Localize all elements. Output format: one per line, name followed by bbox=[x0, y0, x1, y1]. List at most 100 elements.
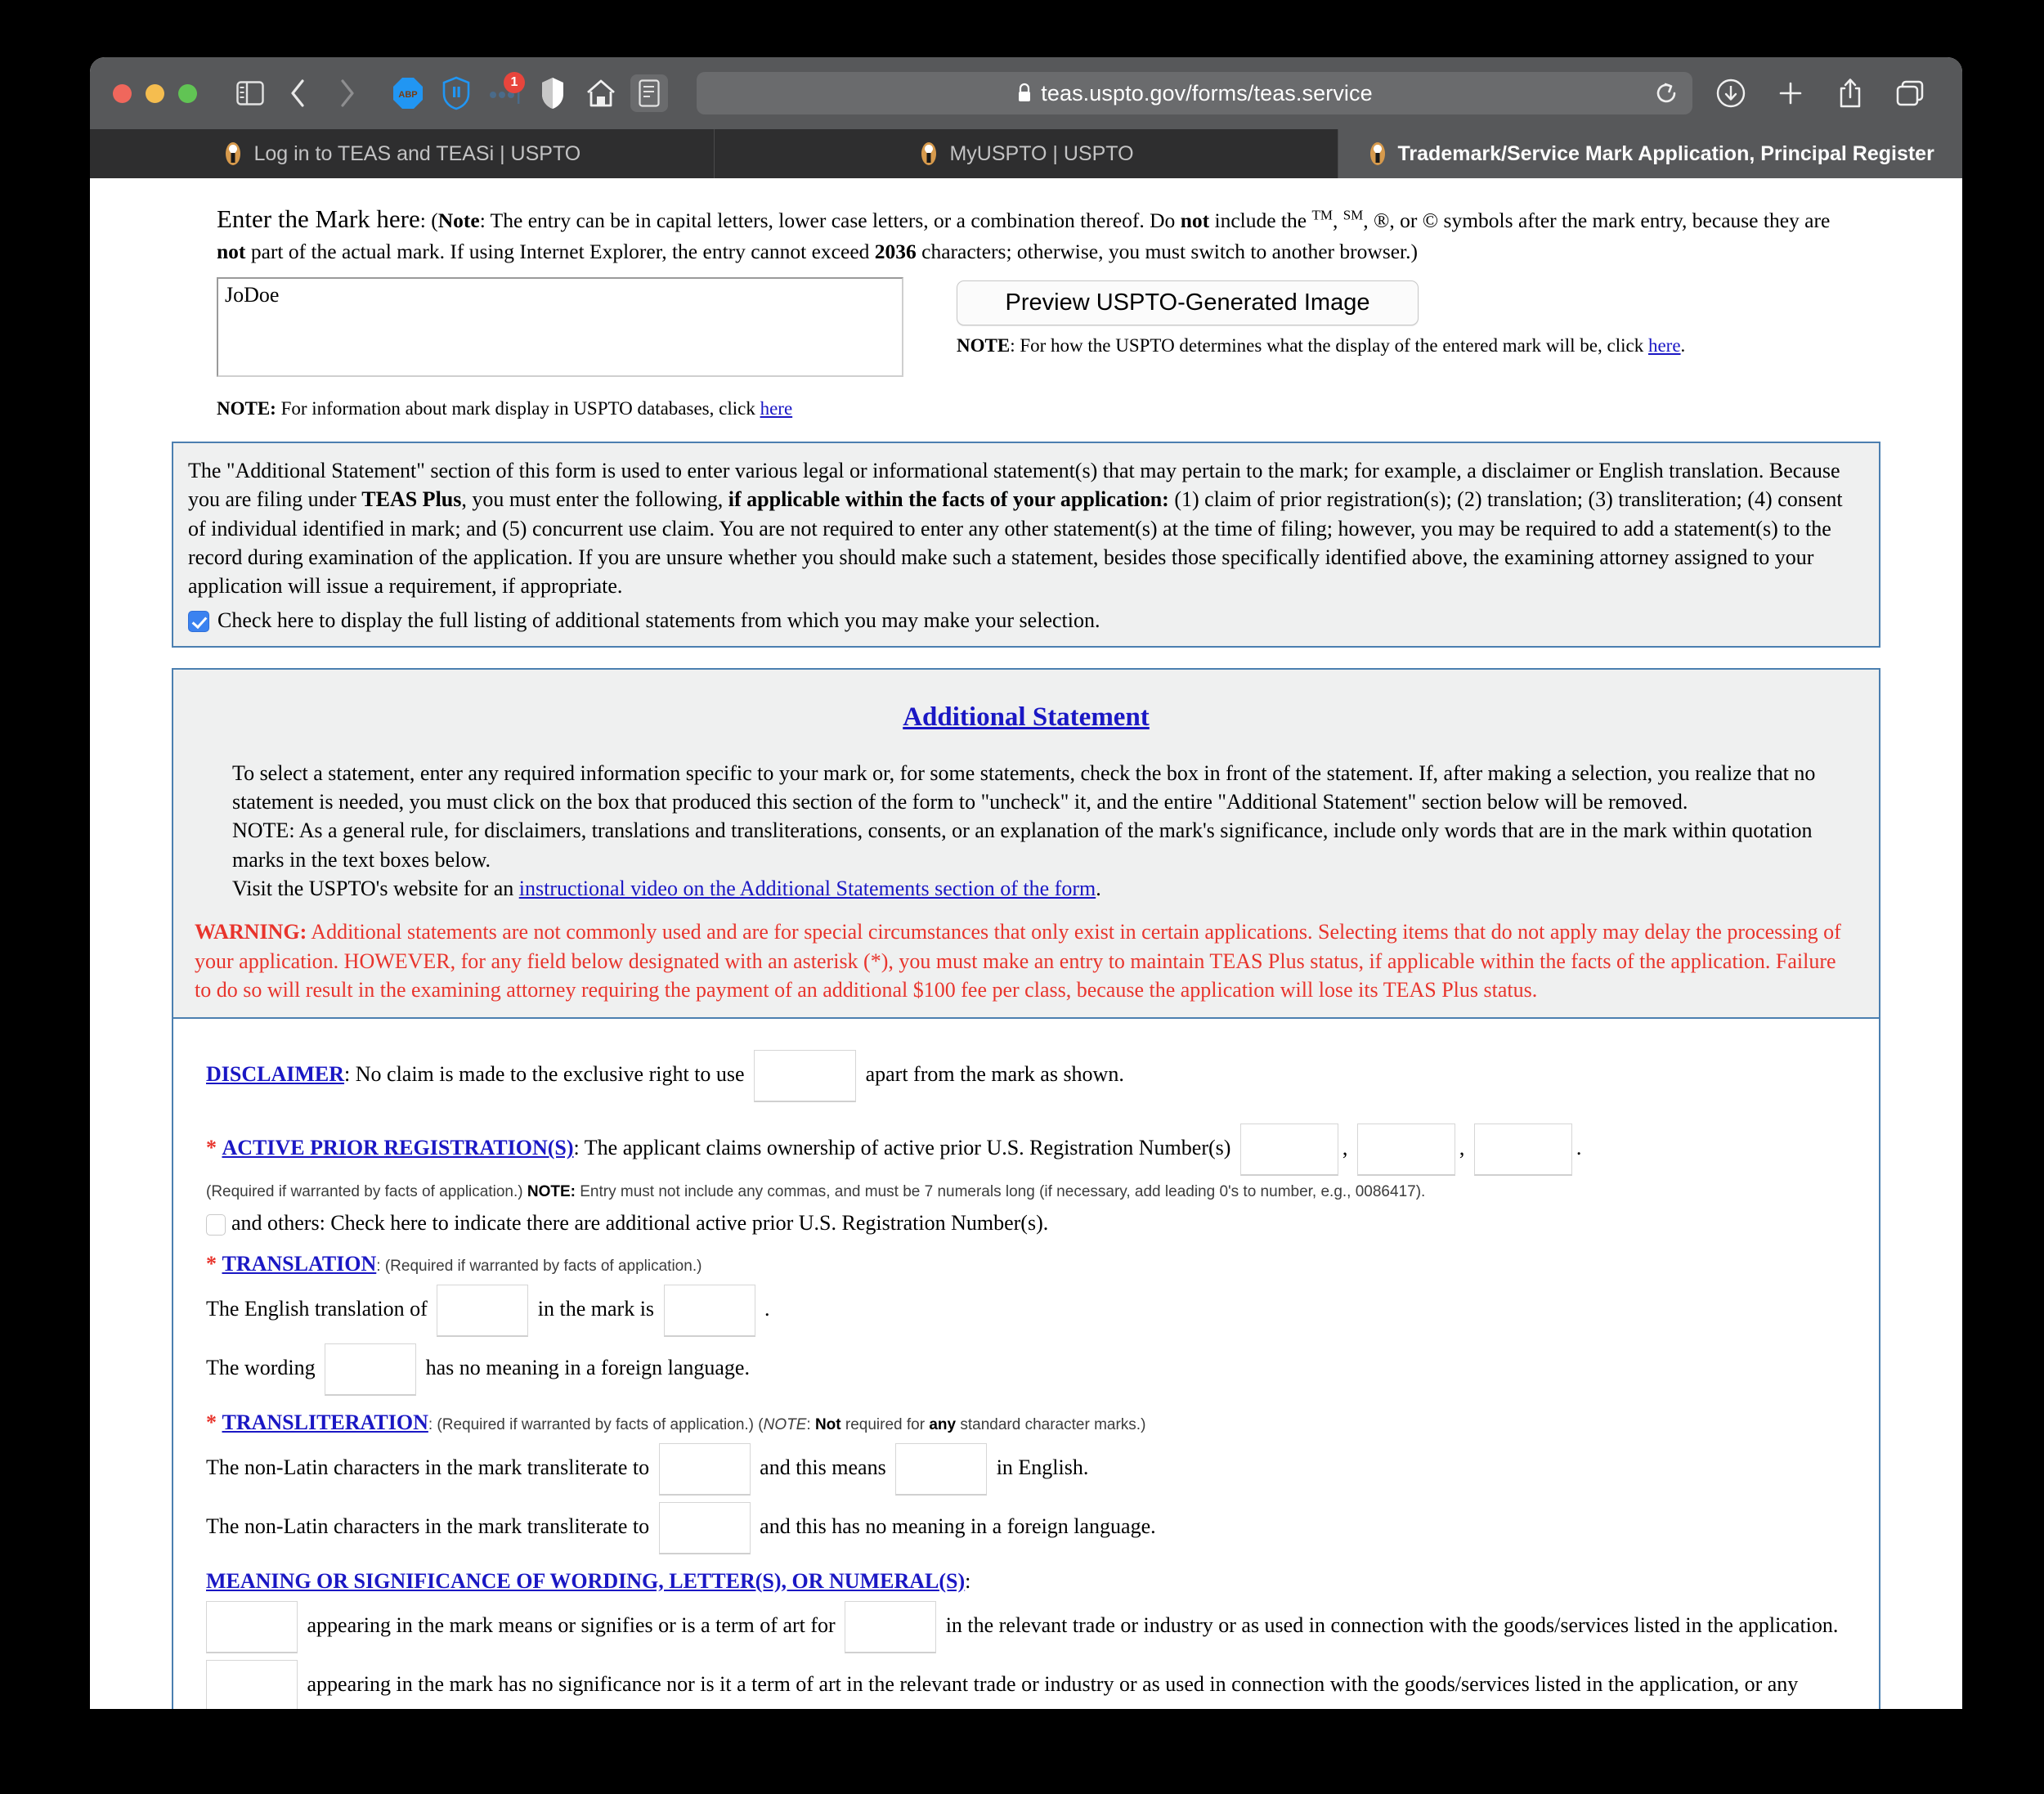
teas-plus-label: TEAS Plus bbox=[361, 487, 462, 512]
translation-note: : (Required if warranted by facts of app… bbox=[376, 1257, 702, 1275]
disclaimer-input[interactable] bbox=[754, 1050, 857, 1103]
tl-note-d: standard character marks.) bbox=[956, 1415, 1146, 1433]
c-symbol: © bbox=[1422, 209, 1439, 232]
instructional-video-link[interactable]: instructional video on the Additional St… bbox=[519, 877, 1096, 900]
transliteration-input-3[interactable] bbox=[658, 1501, 751, 1554]
prior-registration-heading-link[interactable]: ACTIVE PRIOR REGISTRATION(S) bbox=[222, 1136, 574, 1159]
mark-label: Enter the Mark here bbox=[217, 204, 420, 233]
prior-registration-note: (Required if warranted by facts of appli… bbox=[206, 1182, 1846, 1203]
required-asterisk: * bbox=[206, 1136, 217, 1160]
url-text: teas.uspto.gov/forms/teas.service bbox=[1041, 80, 1373, 105]
form-content: Enter the Mark here: (Note: The entry ca… bbox=[90, 178, 1962, 1709]
translation-l1-a: The English translation of bbox=[206, 1296, 428, 1321]
forward-button-icon[interactable] bbox=[328, 74, 365, 112]
prior-registration-text: : The applicant claims ownership of acti… bbox=[573, 1136, 1231, 1160]
meaning-input-3[interactable] bbox=[206, 1660, 298, 1709]
svg-text:ABP: ABP bbox=[398, 90, 417, 100]
mark-display-here-link[interactable]: here bbox=[760, 398, 793, 419]
sep-1: , bbox=[1342, 1136, 1348, 1160]
sidebar-toggle-icon[interactable] bbox=[231, 74, 269, 112]
reader-view-icon[interactable] bbox=[630, 74, 668, 112]
transliteration-input-2[interactable] bbox=[895, 1442, 988, 1496]
sm-symbol: SM bbox=[1342, 207, 1364, 223]
transliteration-heading-link[interactable]: TRANSLITERATION bbox=[222, 1411, 428, 1434]
display-listing-checkbox[interactable] bbox=[188, 610, 209, 632]
meaning-input-1[interactable] bbox=[206, 1601, 298, 1654]
tl-note-bold1: Not bbox=[814, 1415, 841, 1433]
reload-button-icon[interactable] bbox=[1648, 75, 1684, 111]
address-bar[interactable]: teas.uspto.gov/forms/teas.service bbox=[697, 72, 1692, 114]
required-asterisk: * bbox=[206, 1410, 217, 1434]
page-viewport[interactable]: Enter the Mark here: (Note: The entry ca… bbox=[90, 178, 1962, 1709]
r-symbol: ® bbox=[1374, 209, 1390, 232]
mark-instructions: Enter the Mark here: (Note: The entry ca… bbox=[217, 204, 1831, 264]
preview-uspto-image-button[interactable]: Preview USPTO-Generated Image bbox=[957, 280, 1419, 326]
char-limit: 2036 bbox=[874, 240, 917, 264]
tl-l2-a: The non-Latin characters in the mark tra… bbox=[206, 1514, 650, 1538]
tab-myuspto[interactable]: MyUSPTO | USPTO bbox=[715, 129, 1339, 178]
tl-l2-b: and this has no meaning in a foreign lan… bbox=[760, 1514, 1156, 1538]
transliteration-input-1[interactable] bbox=[658, 1442, 751, 1496]
translation-input-1[interactable] bbox=[437, 1284, 529, 1337]
tl-note-b: : bbox=[806, 1415, 815, 1433]
browser-toolbar: ABP 1 teas.uspto.gov/forms/teas.service bbox=[90, 57, 1962, 129]
tab-login-teas[interactable]: Log in to TEAS and TEASi | USPTO bbox=[90, 129, 715, 178]
privacy-shield-icon[interactable] bbox=[534, 74, 572, 112]
back-button-icon[interactable] bbox=[280, 74, 317, 112]
share-icon[interactable] bbox=[1831, 74, 1869, 112]
video-prefix: Visit the USPTO's website for an bbox=[232, 877, 519, 901]
extension-badge-count: 1 bbox=[504, 72, 525, 93]
close-window-button[interactable] bbox=[113, 83, 132, 103]
additional-statement-title: Additional Statement bbox=[903, 702, 1150, 733]
tab-overview-icon[interactable] bbox=[1891, 74, 1929, 112]
toolbar-right-actions bbox=[1712, 74, 1939, 112]
tl-note-bold2: any bbox=[929, 1415, 957, 1433]
mark-intro-e: characters; otherwise, you must switch t… bbox=[916, 240, 1419, 264]
note-rest: Entry must not include any commas, and m… bbox=[575, 1183, 1426, 1201]
translation-heading-link[interactable]: TRANSLATION bbox=[222, 1252, 377, 1276]
note-suffix: . bbox=[1680, 335, 1686, 357]
meaning-l1-a: appearing in the mark means or signifies… bbox=[307, 1613, 836, 1638]
disclaimer-text-after: apart from the mark as shown. bbox=[865, 1062, 1124, 1087]
downloads-icon[interactable] bbox=[1712, 74, 1750, 112]
and-others-label: and others: Check here to indicate there… bbox=[231, 1211, 1049, 1236]
note-bold: NOTE: bbox=[527, 1183, 576, 1201]
meaning-l2-a: appearing in the mark has no significanc… bbox=[307, 1672, 1799, 1697]
tl-note-a: : (Required if warranted by facts of app… bbox=[428, 1415, 764, 1433]
translation-input-3[interactable] bbox=[325, 1343, 417, 1396]
translation-input-2[interactable] bbox=[663, 1284, 755, 1337]
meaning-input-2[interactable] bbox=[845, 1601, 937, 1654]
and-others-checkbox[interactable] bbox=[206, 1214, 226, 1236]
additional-statement-info-box: The "Additional Statement" section of th… bbox=[172, 441, 1880, 648]
mark-intro-b: include the bbox=[1209, 209, 1312, 232]
mark-determination-here-link[interactable]: here bbox=[1648, 335, 1681, 356]
prior-registration-input-2[interactable] bbox=[1356, 1123, 1455, 1177]
instruction-line-3: Visit the USPTO's website for an instruc… bbox=[232, 874, 1858, 903]
note-required: (Required if warranted by facts of appli… bbox=[206, 1183, 527, 1201]
minimize-window-button[interactable] bbox=[146, 83, 164, 103]
display-listing-label: Check here to display the full listing o… bbox=[217, 608, 1100, 632]
tab-title: Trademark/Service Mark Application, Prin… bbox=[1397, 141, 1934, 165]
mark-input[interactable] bbox=[217, 277, 903, 378]
prior-registration-others-row[interactable]: and others: Check here to indicate there… bbox=[206, 1209, 1846, 1237]
pause-shield-icon[interactable] bbox=[437, 74, 475, 112]
maximize-window-button[interactable] bbox=[178, 83, 197, 103]
adblock-plus-icon[interactable]: ABP bbox=[389, 74, 427, 112]
translation-l1-b: in the mark is bbox=[537, 1296, 655, 1321]
mark-database-note: NOTE: For information about mark display… bbox=[217, 397, 903, 421]
extension-dots-icon[interactable]: 1 bbox=[486, 72, 525, 112]
display-listing-checkbox-row[interactable]: Check here to display the full listing o… bbox=[188, 606, 1864, 635]
meaning-heading-link[interactable]: MEANING OR SIGNIFICANCE OF WORDING, LETT… bbox=[206, 1569, 965, 1593]
note-text: For information about mark display in US… bbox=[276, 397, 760, 419]
prior-registration-input-3[interactable] bbox=[1473, 1123, 1572, 1177]
new-tab-icon[interactable] bbox=[1772, 74, 1809, 112]
home-button-icon[interactable] bbox=[582, 74, 620, 112]
uspto-favicon-icon bbox=[921, 142, 937, 165]
prior-registration-input-1[interactable] bbox=[1239, 1123, 1338, 1177]
meaning-colon: : bbox=[965, 1568, 971, 1593]
tl-note-italic: NOTE bbox=[763, 1415, 807, 1433]
note-prefix: NOTE: bbox=[217, 397, 276, 419]
window-controls bbox=[113, 83, 197, 103]
disclaimer-heading-link[interactable]: DISCLAIMER bbox=[206, 1062, 344, 1086]
tab-trademark-application[interactable]: Trademark/Service Mark Application, Prin… bbox=[1338, 129, 1962, 178]
